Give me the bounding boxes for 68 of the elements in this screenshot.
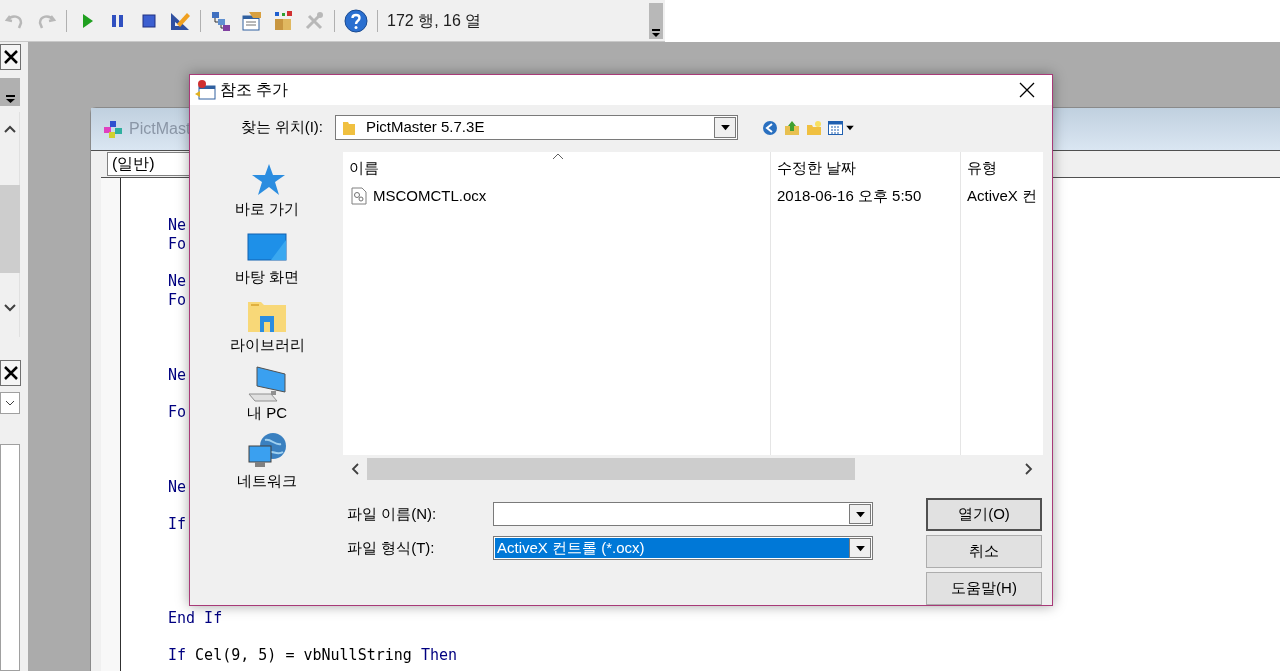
file-type-combo[interactable]: ActiveX 컨트롤 (*.ocx) — [493, 536, 873, 560]
look-in-label: 찾는 위치(I): — [239, 117, 324, 138]
place-item[interactable]: 바탕 화면 — [234, 268, 300, 286]
code-line: Ne — [168, 272, 187, 292]
file-type: ActiveX 컨 — [967, 185, 1038, 206]
grid-view-icon — [828, 120, 843, 135]
file-date: 2018-06-16 오후 5:50 — [777, 185, 922, 206]
window-title: PictMast — [129, 119, 191, 139]
close-button[interactable] — [0, 360, 21, 386]
chevron-down-icon — [5, 400, 15, 406]
file-type-label: 파일 형식(T): — [346, 537, 436, 558]
place-item[interactable]: 바로 가기 — [234, 200, 300, 218]
dialog-title: 참조 추가 — [220, 80, 289, 100]
look-in-value: PictMaster 5.7.3E — [366, 117, 486, 138]
tree-diagram-icon[interactable] — [210, 9, 232, 32]
code-line: If — [168, 515, 187, 535]
column-header[interactable]: 이름 — [343, 152, 770, 184]
cursor-position-text: 172 행, 16 열 — [387, 10, 483, 31]
file-name-field[interactable] — [493, 502, 873, 526]
column-header[interactable]: 유형 — [960, 152, 1043, 184]
sort-ascending-icon — [552, 153, 564, 160]
modules-icon — [103, 119, 123, 139]
scroll-right-icon[interactable] — [1025, 462, 1033, 475]
dialog-button[interactable]: 취소 — [926, 535, 1042, 568]
close-button[interactable] — [0, 44, 21, 70]
file-row[interactable]: MSCOMCTL.ocx 2018-06-16 오후 5:50 ActiveX 컨 — [343, 184, 1043, 208]
window-icon[interactable] — [241, 9, 263, 32]
close-icon — [1019, 82, 1035, 98]
box-icon[interactable] — [272, 9, 294, 32]
close-icon — [2, 365, 19, 381]
dropdown-arrow-icon[interactable] — [719, 124, 731, 131]
combo-box[interactable] — [0, 392, 20, 414]
place-item[interactable]: 내 PC — [247, 404, 287, 422]
scroll-down-icon[interactable] — [3, 304, 16, 312]
file-name-label: 파일 이름(N): — [346, 503, 438, 524]
close-icon — [2, 49, 19, 65]
dropdown-icon[interactable] — [0, 78, 20, 106]
code-line: If Cel(9, 5) = vbNullString Then — [168, 646, 457, 666]
references-icon — [194, 79, 216, 101]
dialog-button[interactable]: 열기(O) — [926, 498, 1042, 531]
code-line: Fo — [168, 403, 187, 422]
code-line: Ne — [168, 477, 187, 497]
folder-icon — [342, 119, 356, 136]
toolbar-options-icon[interactable] — [649, 2, 663, 39]
file-name: MSCOMCTL.ocx — [373, 185, 487, 206]
code-line: Fo — [168, 234, 187, 254]
back-icon[interactable] — [762, 119, 778, 136]
file-type-value: ActiveX 컨트롤 (*.ocx) — [495, 538, 849, 558]
look-in-combo[interactable]: PictMaster 5.7.3E — [335, 115, 738, 140]
place-item[interactable]: 라이브러리 — [229, 336, 305, 354]
place-item[interactable]: 네트워크 — [237, 472, 297, 490]
dropdown-arrow-icon[interactable] — [854, 510, 866, 518]
code-line: Fo — [168, 290, 187, 310]
computer-icon — [247, 364, 287, 404]
file-gears-icon — [351, 187, 367, 205]
up-folder-icon[interactable] — [784, 119, 800, 136]
code-line: End If — [168, 608, 223, 628]
scroll-left-icon[interactable] — [351, 462, 359, 475]
code-line: Ne — [168, 365, 187, 385]
caret-icon[interactable] — [845, 124, 855, 131]
view-menu-button[interactable] — [828, 120, 855, 135]
dialog-button[interactable]: 도움말(H) — [926, 572, 1042, 605]
code-line: Ne — [168, 216, 187, 235]
dropdown-arrow-icon[interactable] — [854, 544, 866, 552]
column-header[interactable]: 수정한 날짜 — [770, 152, 960, 184]
scroll-up-icon[interactable] — [3, 125, 16, 133]
scrollbar-thumb[interactable] — [367, 457, 855, 480]
help-icon[interactable] — [344, 8, 368, 33]
